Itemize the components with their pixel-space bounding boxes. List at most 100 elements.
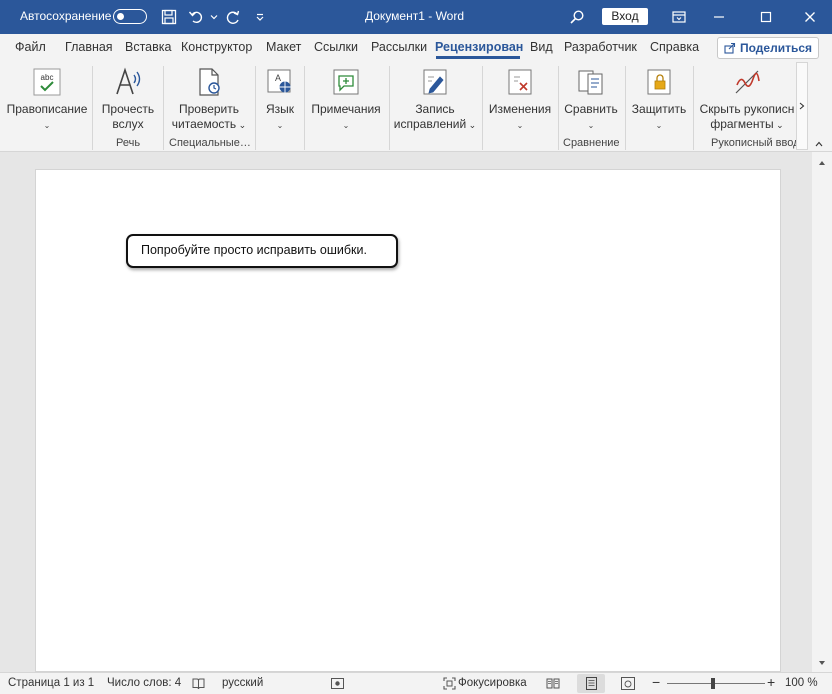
- tab-review[interactable]: Рецензирован: [435, 40, 523, 54]
- chevron-up-icon: [815, 141, 823, 147]
- chevron-down-icon: ⌄: [43, 121, 51, 130]
- group-label-compare: Сравнение: [563, 137, 620, 149]
- hide-ink-label-line1: Скрыть рукописн: [699, 102, 795, 116]
- track-changes-label-line1: Запись: [415, 102, 455, 116]
- read-mode-icon[interactable]: [546, 677, 560, 690]
- read-aloud-label-line2: вслух: [112, 117, 144, 131]
- autosave-label: Автосохранение: [20, 9, 112, 23]
- page-count[interactable]: Страница 1 из 1: [8, 677, 94, 689]
- group-separator: [92, 66, 93, 150]
- group-separator: [693, 66, 694, 150]
- compare-label: Сравнить: [564, 102, 618, 116]
- ribbon-scroll-right-button[interactable]: [796, 62, 808, 150]
- web-layout-icon[interactable]: [621, 677, 635, 690]
- ribbon-tabs: Файл Главная Вставка Конструктор Макет С…: [0, 34, 832, 60]
- group-separator: [625, 66, 626, 150]
- hide-ink-button[interactable]: Скрыть рукописн фрагменты ⌄: [697, 66, 797, 133]
- tab-mailings[interactable]: Рассылки: [371, 40, 427, 54]
- tab-view[interactable]: Вид: [530, 40, 553, 54]
- share-icon: [724, 42, 736, 54]
- print-layout-icon: [586, 677, 597, 690]
- macro-recording-icon[interactable]: [331, 678, 344, 689]
- collapse-ribbon-button[interactable]: [812, 138, 826, 150]
- share-button[interactable]: Поделиться: [717, 37, 819, 59]
- scroll-down-icon[interactable]: [818, 660, 826, 666]
- document-text[interactable]: Попробуйте просто исправить ошибки.: [126, 234, 398, 268]
- comments-icon: [330, 66, 362, 98]
- tab-layout[interactable]: Макет: [266, 40, 301, 54]
- tab-references[interactable]: Ссылки: [314, 40, 358, 54]
- hide-ink-label-line2: фрагменты: [710, 117, 774, 131]
- autosave-toggle[interactable]: [113, 9, 147, 24]
- close-icon[interactable]: [798, 6, 822, 28]
- save-icon[interactable]: [158, 6, 180, 28]
- zoom-slider-thumb[interactable]: [711, 678, 715, 689]
- ribbon: abc Правописание ⌄ Прочесть вслух Речь П…: [0, 60, 832, 152]
- tab-home[interactable]: Главная: [65, 40, 113, 54]
- group-label-accessibility: Специальные…: [169, 137, 251, 149]
- zoom-in-button[interactable]: +: [767, 674, 775, 690]
- group-separator: [304, 66, 305, 150]
- ink-icon: [731, 66, 763, 98]
- focus-icon[interactable]: [443, 677, 456, 690]
- redo-icon[interactable]: [222, 6, 244, 28]
- proofing-book-icon[interactable]: [192, 677, 205, 690]
- read-aloud-label-line1: Прочесть: [101, 102, 155, 116]
- chevron-down-icon: ⌄: [655, 121, 663, 130]
- zoom-level[interactable]: 100 %: [785, 677, 818, 689]
- read-aloud-button[interactable]: Прочесть вслух: [98, 66, 158, 132]
- scroll-up-icon[interactable]: [818, 160, 826, 166]
- spelling-label: Правописание: [6, 102, 88, 116]
- check-readability-label-line2: читаемость: [171, 117, 237, 131]
- sign-in-button[interactable]: Вход: [602, 8, 648, 25]
- language-button[interactable]: A Язык ⌄: [260, 66, 300, 133]
- focus-mode-button[interactable]: Фокусировка: [458, 677, 527, 689]
- zoom-out-button[interactable]: −: [652, 674, 660, 690]
- group-separator: [558, 66, 559, 150]
- svg-text:abc: abc: [41, 73, 54, 82]
- maximize-icon[interactable]: [754, 6, 778, 28]
- chevron-down-icon: ⌄: [587, 121, 595, 130]
- chevron-down-icon: ⌄: [516, 121, 524, 130]
- svg-text:A: A: [275, 73, 281, 83]
- compare-button[interactable]: Сравнить ⌄: [561, 66, 621, 133]
- zoom-slider[interactable]: [667, 683, 765, 684]
- language-label: Язык: [265, 102, 295, 116]
- protect-button[interactable]: Защитить ⌄: [628, 66, 690, 133]
- check-readability-button[interactable]: Проверить читаемость ⌄: [168, 66, 250, 133]
- word-count[interactable]: Число слов: 4: [107, 677, 181, 689]
- comments-button[interactable]: Примечания ⌄: [308, 66, 384, 133]
- changes-label: Изменения: [488, 102, 552, 116]
- group-separator: [389, 66, 390, 150]
- ribbon-display-options-icon[interactable]: [667, 6, 691, 28]
- tab-design[interactable]: Конструктор: [181, 40, 252, 54]
- vertical-scrollbar[interactable]: [812, 152, 832, 672]
- lock-icon: [643, 66, 675, 98]
- group-separator: [482, 66, 483, 150]
- chevron-right-icon: [799, 102, 805, 110]
- tab-help[interactable]: Справка: [650, 40, 699, 54]
- comments-label: Примечания: [311, 102, 381, 116]
- language-indicator[interactable]: русский: [222, 677, 263, 689]
- active-tab-indicator: [436, 56, 520, 59]
- customize-qat-icon[interactable]: [249, 6, 271, 28]
- search-icon[interactable]: [566, 6, 588, 28]
- chevron-down-icon: ⌄: [276, 121, 284, 130]
- title-bar: Автосохранение Документ1 - Word Вход: [0, 0, 832, 34]
- spelling-icon: abc: [31, 66, 63, 98]
- group-separator: [163, 66, 164, 150]
- spelling-button[interactable]: abc Правописание ⌄: [6, 66, 88, 133]
- group-separator: [255, 66, 256, 150]
- tab-insert[interactable]: Вставка: [125, 40, 171, 54]
- minimize-icon[interactable]: [707, 6, 731, 28]
- track-changes-button[interactable]: Запись исправлений ⌄: [393, 66, 477, 133]
- share-label: Поделиться: [739, 41, 813, 55]
- changes-button[interactable]: Изменения ⌄: [486, 66, 554, 133]
- group-label-speech: Речь: [116, 137, 141, 149]
- tab-file[interactable]: Файл: [15, 40, 46, 54]
- document-title: Документ1 - Word: [365, 9, 465, 23]
- print-layout-view-button[interactable]: [577, 674, 605, 693]
- tab-developer[interactable]: Разработчик: [564, 40, 637, 54]
- check-readability-label-line1: Проверить: [178, 102, 239, 116]
- group-label-ink: Рукописный ввод: [711, 137, 797, 149]
